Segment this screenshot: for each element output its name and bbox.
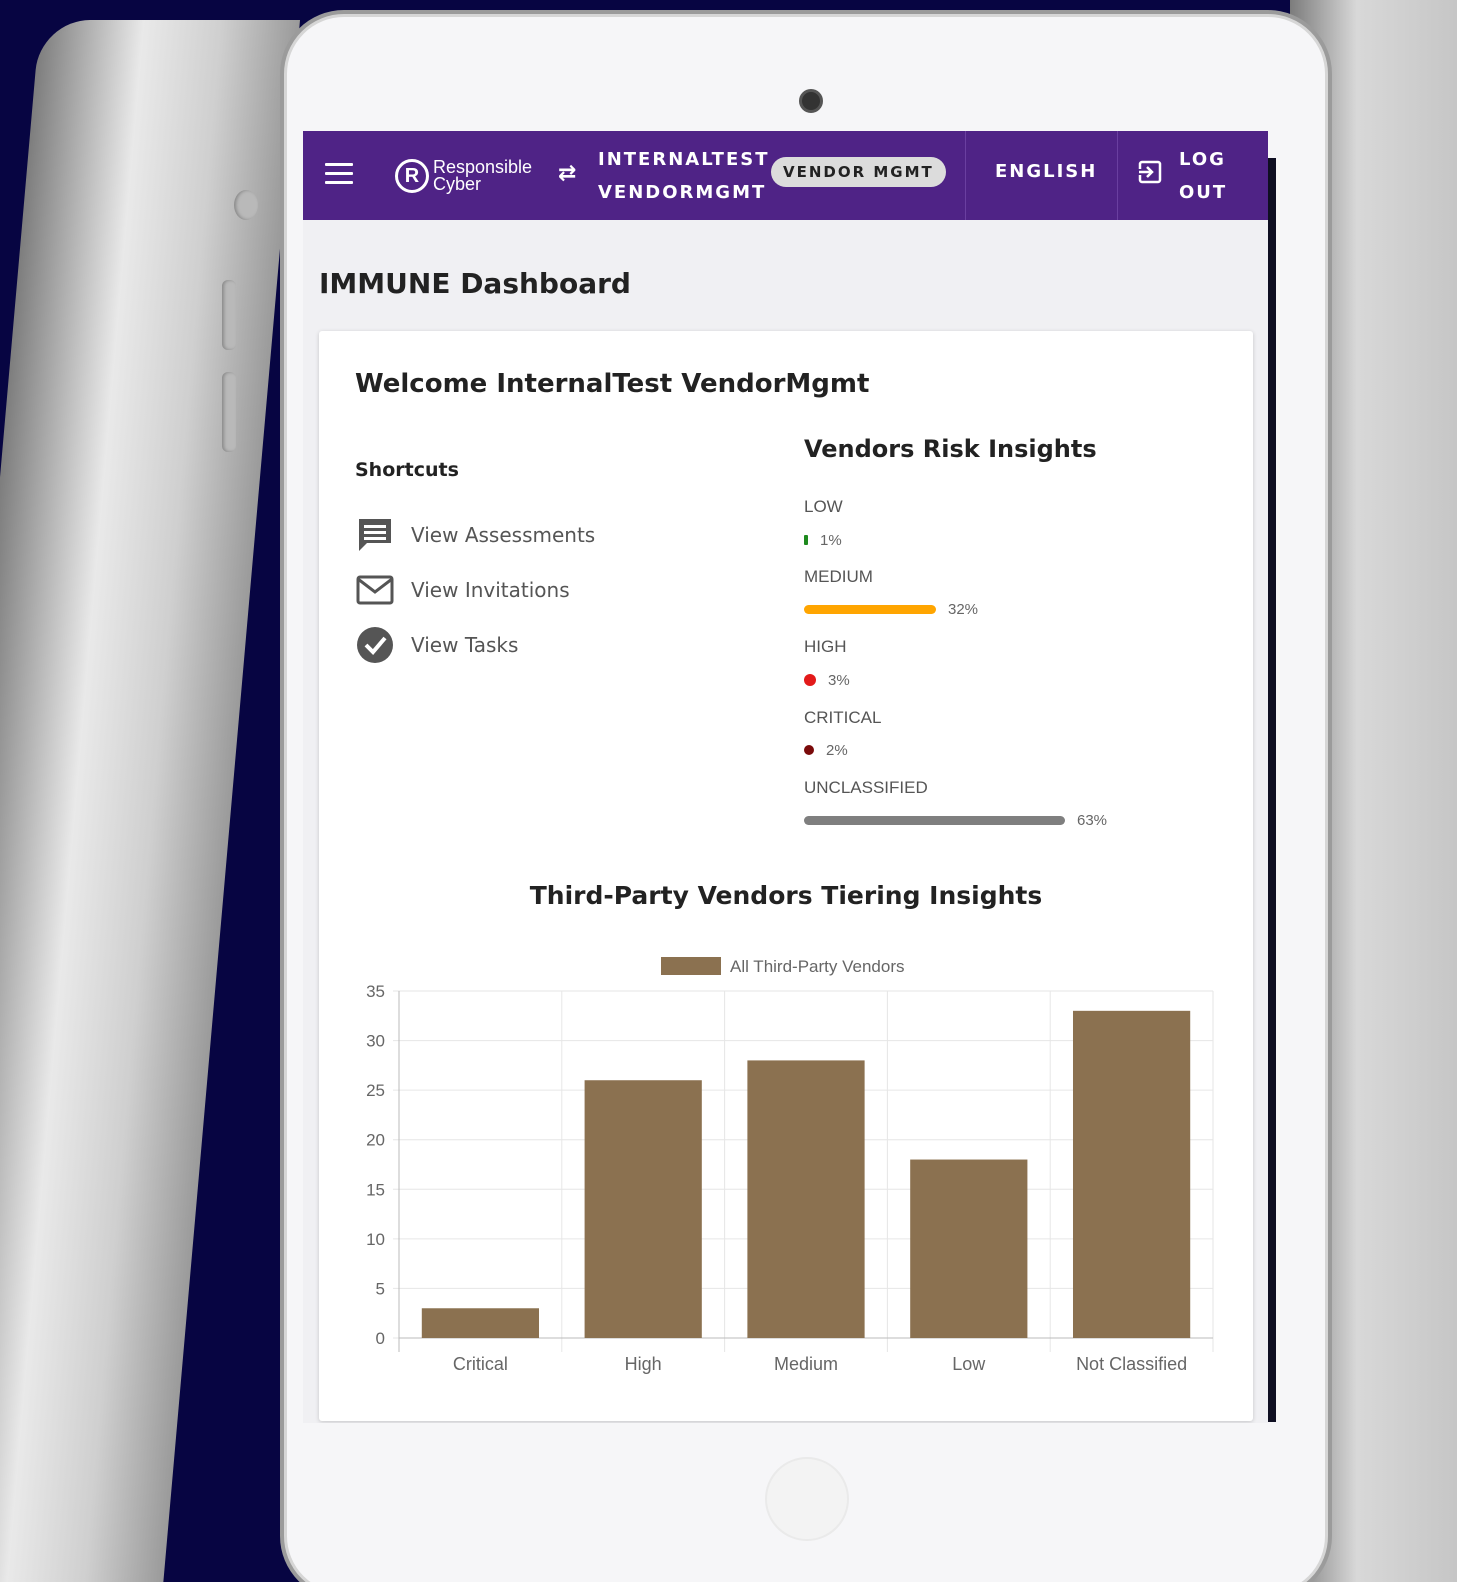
risk-insights-heading: Vendors Risk Insights [804, 435, 1097, 463]
risk-percent-low: 1% [820, 531, 842, 549]
check-circle-icon [357, 627, 393, 663]
logout-button[interactable]: LOG OUT [1179, 143, 1227, 209]
x-tick-label: Low [952, 1354, 986, 1374]
x-tick-label: Medium [774, 1354, 838, 1374]
app-screen: R Responsible Cyber ⇄ INTERNALTEST VENDO… [303, 131, 1268, 1423]
legend-label: All Third-Party Vendors [730, 957, 904, 976]
risk-bar-low [804, 535, 808, 545]
logo-text: Responsible Cyber [433, 158, 532, 194]
shortcut-label: View Tasks [411, 633, 519, 657]
risk-label-low: LOW [804, 497, 843, 516]
shortcuts-heading: Shortcuts [355, 459, 459, 481]
nav-divider [965, 131, 966, 220]
y-tick-label: 20 [366, 1131, 385, 1150]
switch-account-icon[interactable]: ⇄ [558, 161, 576, 186]
bar-low [910, 1159, 1028, 1338]
page-title: IMMUNE Dashboard [319, 267, 631, 300]
risk-dot-high [804, 674, 816, 686]
logout-icon[interactable] [1137, 159, 1163, 185]
y-tick-label: 30 [366, 1032, 385, 1051]
risk-percent-critical: 2% [826, 741, 848, 759]
shortcut-view-tasks[interactable]: View Tasks [355, 625, 518, 665]
risk-row-medium: 32% [804, 600, 979, 618]
logout-line1: LOG [1179, 149, 1226, 170]
tablet-volume-button [222, 372, 236, 452]
y-tick-label: 15 [366, 1180, 385, 1199]
risk-row-high: 3% [804, 671, 850, 689]
risk-percent-high: 3% [828, 671, 850, 689]
risk-row-unclassified: 63% [804, 811, 1108, 829]
logo-line2: Cyber [433, 174, 482, 194]
language-selector[interactable]: ENGLISH [995, 161, 1097, 182]
role-badge: VENDOR MGMT [771, 157, 946, 187]
bar-critical [421, 1308, 540, 1338]
risk-label-high: HIGH [804, 637, 847, 656]
home-button [765, 1457, 849, 1541]
x-tick-label: Not Classified [1076, 1354, 1187, 1374]
risk-label-unclassified: UNCLASSIFIED [804, 778, 928, 797]
comment-icon [359, 519, 391, 551]
bar-not-classified [1072, 1010, 1191, 1338]
shortcut-view-assessments[interactable]: View Assessments [355, 515, 595, 555]
shortcut-label: View Assessments [411, 523, 596, 547]
welcome-heading: Welcome InternalTest VendorMgmt [355, 369, 870, 399]
legend-swatch [661, 957, 721, 975]
y-tick-label: 10 [366, 1230, 385, 1249]
user-name-line1: INTERNALTEST [598, 149, 770, 170]
top-navigation-bar: R Responsible Cyber ⇄ INTERNALTEST VENDO… [303, 131, 1268, 220]
nav-divider [1117, 131, 1118, 220]
dashboard-card: Welcome InternalTest VendorMgmt Shortcut… [319, 331, 1253, 1421]
y-tick-label: 25 [366, 1081, 385, 1100]
y-tick-label: 5 [376, 1279, 385, 1298]
bar-high [584, 1080, 702, 1338]
y-tick-label: 0 [376, 1329, 385, 1348]
risk-bar-unclassified [804, 815, 1065, 825]
responsible-cyber-logo[interactable]: R Responsible Cyber [395, 151, 532, 201]
risk-label-medium: MEDIUM [804, 567, 873, 586]
x-tick-label: Critical [453, 1354, 508, 1374]
risk-percent-medium: 32% [948, 600, 979, 618]
logo-mark: R [395, 159, 429, 193]
x-tick-label: High [625, 1354, 662, 1374]
risk-dot-critical [804, 745, 814, 755]
menu-icon[interactable] [325, 163, 353, 187]
risk-row-low: 1% [804, 531, 842, 549]
bar-medium [747, 1060, 865, 1338]
user-name-line2: VENDORMGMT [598, 182, 767, 203]
risk-bar-medium [804, 604, 936, 614]
tablet-switch [234, 190, 258, 220]
logout-line2: OUT [1179, 182, 1228, 203]
shortcut-view-invitations[interactable]: View Invitations [355, 570, 570, 610]
y-tick-label: 35 [366, 982, 385, 1001]
shortcut-label: View Invitations [411, 578, 570, 602]
chart-title: Third-Party Vendors Tiering Insights [529, 881, 1043, 910]
camera-icon [799, 89, 823, 113]
tablet-volume-button [222, 280, 236, 350]
risk-label-critical: CRITICAL [804, 708, 882, 727]
mail-icon [356, 575, 394, 605]
tiering-bar-chart: 0 5 10 15 20 25 30 35 Critical High Medium Low Not C… [366, 957, 1214, 1374]
risk-row-critical: 2% [804, 741, 848, 759]
risk-percent-unclassified: 63% [1077, 811, 1108, 829]
tablet-side-edge [0, 20, 301, 1582]
user-name[interactable]: INTERNALTEST VENDORMGMT [598, 143, 770, 209]
